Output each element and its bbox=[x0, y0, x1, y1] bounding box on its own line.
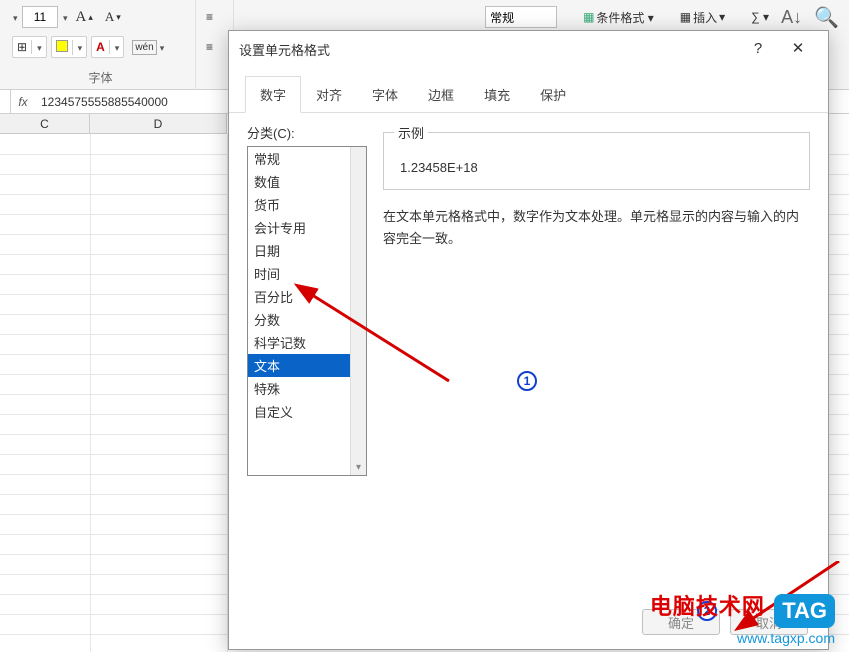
phonetic-button[interactable]: wén bbox=[128, 38, 168, 57]
border-dropdown[interactable]: ⊞ bbox=[12, 36, 47, 58]
sort-filter-icon[interactable]: A↓ bbox=[777, 5, 806, 30]
listbox-scrollbar[interactable] bbox=[350, 147, 366, 475]
tab-number[interactable]: 数字 bbox=[245, 76, 301, 113]
dialog-title: 设置单元格格式 bbox=[239, 40, 738, 59]
annotation-badge-1: 1 bbox=[517, 371, 537, 391]
conditional-format-button[interactable]: ▦ 条件格式 ▾ bbox=[579, 7, 658, 28]
font-group-label: 字体 bbox=[6, 69, 195, 86]
watermark-text: 电脑技术网 bbox=[650, 594, 765, 619]
list-item[interactable]: 百分比 bbox=[248, 285, 366, 308]
list-item-selected[interactable]: 文本 bbox=[248, 354, 366, 377]
list-item[interactable]: 科学记数 bbox=[248, 331, 366, 354]
align-top-icon[interactable]: ≡ bbox=[202, 8, 217, 26]
font-family-dropdown[interactable] bbox=[12, 10, 18, 24]
font-color-dropdown[interactable]: A bbox=[91, 36, 124, 58]
autosum-icon[interactable]: ∑ ▾ bbox=[747, 8, 773, 26]
tab-font[interactable]: 字体 bbox=[357, 76, 413, 113]
font-size-dropdown[interactable] bbox=[62, 10, 68, 24]
list-item[interactable]: 货币 bbox=[248, 193, 366, 216]
list-item[interactable]: 常规 bbox=[248, 147, 366, 170]
sample-value: 1.23458E+18 bbox=[394, 160, 799, 175]
category-listbox[interactable]: 常规 数值 货币 会计专用 日期 时间 百分比 分数 科学记数 文本 特殊 自定… bbox=[247, 146, 367, 476]
align-left-icon[interactable]: ≡ bbox=[202, 38, 217, 56]
list-item[interactable]: 数值 bbox=[248, 170, 366, 193]
format-description: 在文本单元格格式中，数字作为文本处理。单元格显示的内容与输入的内容完全一致。 bbox=[383, 206, 810, 250]
tab-fill[interactable]: 填充 bbox=[469, 76, 525, 113]
list-item[interactable]: 时间 bbox=[248, 262, 366, 285]
sample-fieldset: 示例 1.23458E+18 bbox=[383, 123, 810, 190]
column-header-d[interactable]: D bbox=[90, 114, 227, 134]
watermark-tag: TAG bbox=[774, 594, 835, 628]
dialog-tabs: 数字 对齐 字体 边框 填充 保护 bbox=[229, 75, 828, 113]
watermark-url: www.tagxp.com bbox=[650, 630, 835, 646]
list-item[interactable]: 日期 bbox=[248, 239, 366, 262]
increase-font-icon[interactable]: A▴ bbox=[72, 7, 97, 28]
sample-legend: 示例 bbox=[394, 123, 428, 142]
category-label: 分类(C): bbox=[247, 123, 367, 142]
watermark: 电脑技术网 TAG www.tagxp.com bbox=[650, 589, 835, 646]
number-format-select[interactable] bbox=[485, 6, 557, 28]
insert-button[interactable]: ▦ 插入 ▾ bbox=[676, 7, 729, 28]
tab-protection[interactable]: 保护 bbox=[525, 76, 581, 113]
list-item[interactable]: 会计专用 bbox=[248, 216, 366, 239]
close-button[interactable]: ✕ bbox=[778, 35, 818, 63]
tab-alignment[interactable]: 对齐 bbox=[301, 76, 357, 113]
fill-color-dropdown[interactable] bbox=[51, 36, 88, 58]
find-icon[interactable]: 🔍 bbox=[810, 3, 843, 32]
list-item[interactable]: 自定义 bbox=[248, 400, 366, 423]
help-button[interactable]: ? bbox=[738, 35, 778, 63]
list-item[interactable]: 特殊 bbox=[248, 377, 366, 400]
column-header-c[interactable]: C bbox=[0, 114, 90, 134]
format-cells-dialog: 设置单元格格式 ? ✕ 数字 对齐 字体 边框 填充 保护 分类(C): 常规 … bbox=[228, 30, 829, 650]
font-size-input[interactable] bbox=[22, 6, 58, 28]
tab-border[interactable]: 边框 bbox=[413, 76, 469, 113]
fx-icon[interactable]: fx bbox=[11, 95, 35, 109]
list-item[interactable]: 分数 bbox=[248, 308, 366, 331]
decrease-font-icon[interactable]: A▾ bbox=[101, 7, 125, 27]
